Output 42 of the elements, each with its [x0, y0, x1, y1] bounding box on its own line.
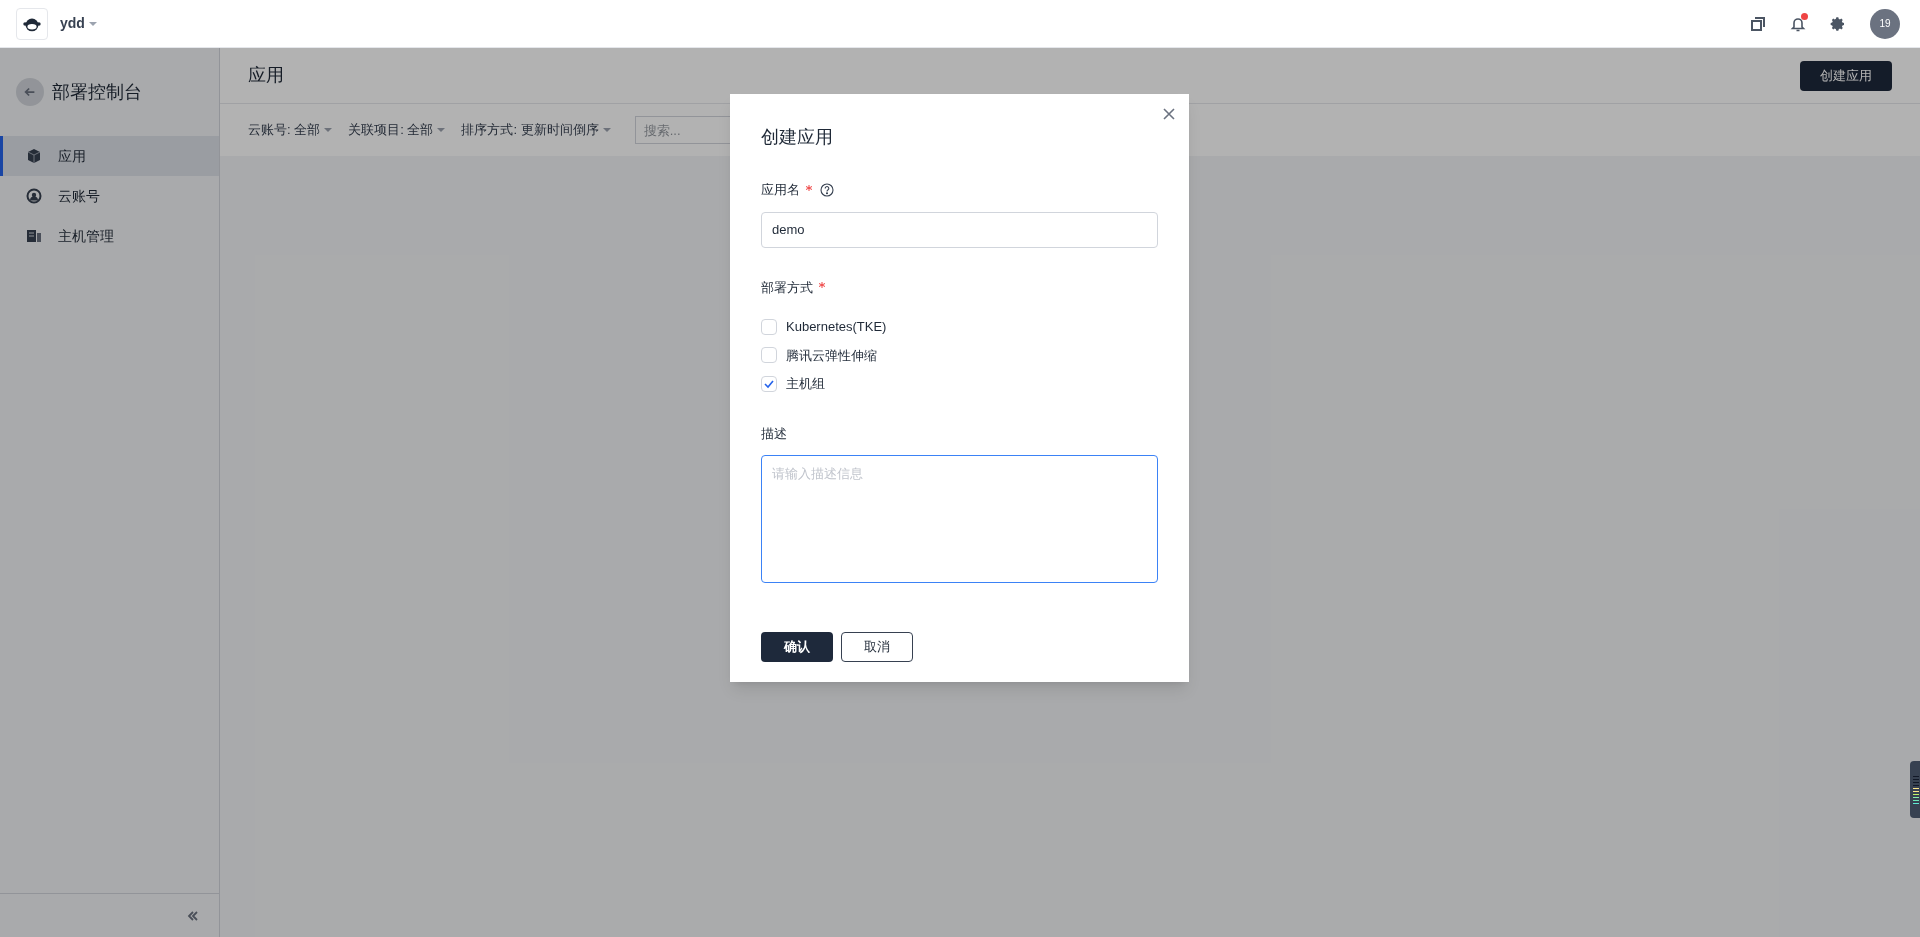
server-icon	[26, 228, 42, 244]
checkbox[interactable]	[761, 318, 777, 335]
description-field[interactable]: 请输入描述信息	[761, 455, 1158, 583]
checkbox[interactable]	[761, 375, 777, 392]
user-avatar[interactable]: 19	[1870, 8, 1900, 39]
checkbox-option[interactable]: 主机组	[761, 374, 1158, 394]
field-label: 描述	[761, 424, 787, 443]
back-arrow-icon	[23, 85, 37, 99]
page-title: 应用	[248, 64, 285, 87]
cancel-button[interactable]: 取消	[841, 632, 913, 662]
account-icon	[26, 188, 42, 204]
checkbox[interactable]	[761, 347, 777, 364]
notification-icon[interactable]	[1790, 15, 1806, 32]
help-icon[interactable]	[820, 182, 834, 197]
caret-icon	[324, 126, 333, 134]
cube-icon	[26, 148, 42, 164]
filter-dropdown[interactable]: 排序方式: 更新时间倒序	[461, 120, 611, 140]
back-button[interactable]	[16, 78, 44, 106]
checkbox-option[interactable]: Kubernetes(TKE)	[761, 317, 1158, 337]
caret-icon	[88, 19, 97, 28]
side-widget-drawing	[1910, 761, 1920, 818]
sidebar-item[interactable]: 主机管理	[0, 216, 219, 256]
windows-icon[interactable]	[1750, 15, 1766, 32]
caret-icon	[437, 126, 446, 134]
field-label: 部署方式	[761, 278, 813, 297]
create-app-button[interactable]: 创建应用	[1800, 60, 1892, 91]
collapse-icon[interactable]	[187, 909, 199, 922]
settings-icon[interactable]	[1830, 15, 1846, 32]
dialog-title: 创建应用	[761, 126, 834, 149]
sidebar-item[interactable]: 应用	[0, 136, 219, 176]
confirm-button[interactable]: 确认	[761, 632, 833, 662]
caret-icon	[602, 126, 611, 134]
logo-icon	[16, 7, 48, 40]
sidebar-item[interactable]: 云账号	[0, 176, 219, 216]
filter-dropdown[interactable]: 云账号: 全部	[248, 120, 333, 140]
sidebar-title: 部署控制台	[52, 80, 142, 104]
filter-dropdown[interactable]: 关联项目: 全部	[348, 120, 446, 140]
checkbox-option[interactable]: 腾讯云弹性伸缩	[761, 345, 1158, 365]
field-label: 应用名	[761, 181, 800, 199]
name-field[interactable]: demo	[761, 211, 1158, 248]
workspace-dropdown[interactable]: ydd	[60, 13, 97, 34]
close-icon[interactable]	[1161, 106, 1177, 122]
